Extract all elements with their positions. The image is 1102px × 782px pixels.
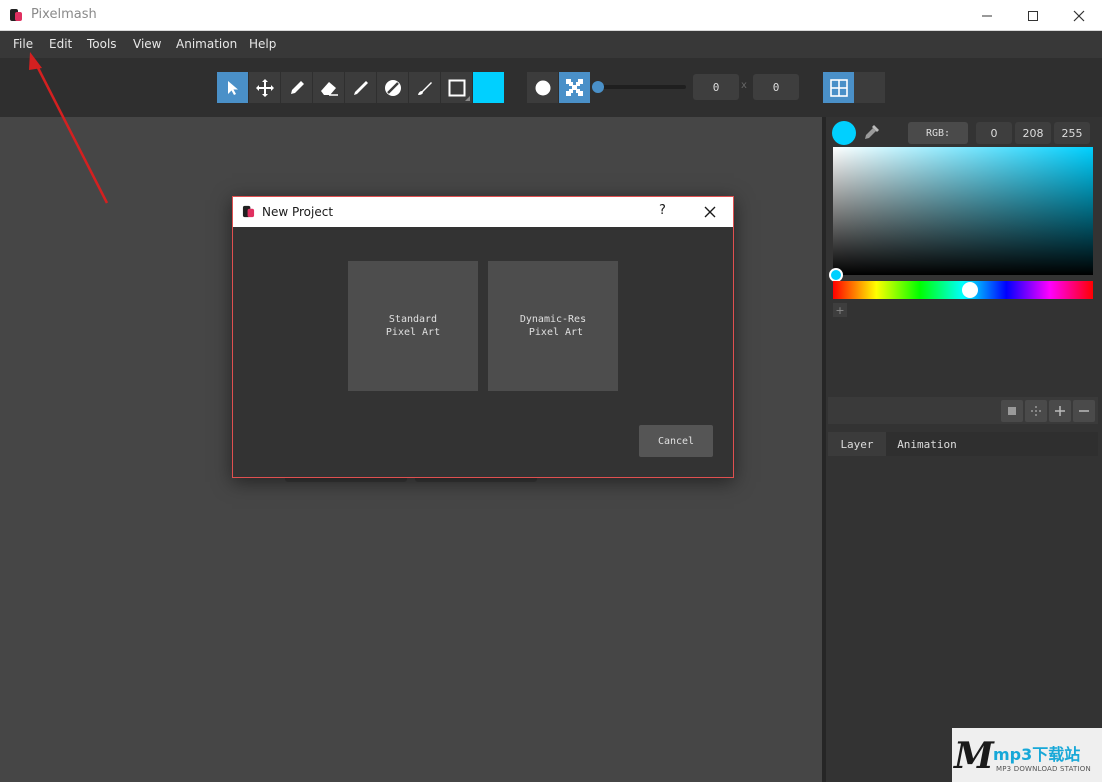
current-color-button[interactable] <box>473 72 504 103</box>
minimize-button[interactable] <box>964 0 1010 31</box>
merge-icon <box>1031 406 1041 416</box>
maximize-button[interactable] <box>1010 0 1056 31</box>
pointer-tool-button[interactable] <box>217 72 248 103</box>
watermark-subtext: MP3 DOWNLOAD STATION <box>996 765 1091 773</box>
offset-y-field[interactable]: 0 <box>753 74 799 100</box>
hue-slider-handle[interactable] <box>962 282 978 298</box>
add-layer-button[interactable] <box>1049 400 1071 422</box>
eraser-tool-button[interactable] <box>313 72 344 103</box>
color-mode-selector[interactable]: RGB: <box>908 122 968 144</box>
move-tool-button[interactable] <box>249 72 280 103</box>
brush-size-slider-track[interactable] <box>598 85 686 89</box>
dialog-titlebar: New Project ? <box>233 197 733 227</box>
copy-icon <box>1008 407 1016 415</box>
window-titlebar: Pixelmash <box>0 0 1102 31</box>
new-project-dialog: New Project ? Standard Pixel Art Dynamic… <box>232 196 734 478</box>
rectangle-tool-button[interactable] <box>441 72 472 103</box>
cancel-button[interactable]: Cancel <box>639 425 713 457</box>
close-icon <box>1073 10 1085 21</box>
grid-icon <box>829 78 848 97</box>
eraser-icon <box>320 81 338 96</box>
maximize-icon <box>1028 10 1038 21</box>
remove-layer-button[interactable] <box>1073 400 1095 422</box>
menu-bar: File Edit Tools View Animation Help <box>0 31 1102 58</box>
dynamic-res-pixel-art-button[interactable]: Dynamic-Res Pixel Art <box>488 261 618 391</box>
offset-x-field[interactable]: 0 <box>693 74 739 100</box>
minimize-icon <box>982 15 992 16</box>
line-tool-button[interactable] <box>345 72 376 103</box>
checker-pattern-icon <box>565 78 583 96</box>
pointer-icon <box>227 80 238 95</box>
dialog-title: New Project <box>262 205 334 219</box>
pixel-pattern-button[interactable] <box>559 72 590 103</box>
offset-separator: x <box>741 80 747 91</box>
brush-icon <box>417 81 432 95</box>
fill-tool-button[interactable] <box>377 72 408 103</box>
active-color-swatch[interactable] <box>832 121 856 145</box>
line-icon <box>353 80 368 95</box>
menu-help[interactable]: Help <box>249 37 276 51</box>
submenu-corner-icon <box>465 96 470 101</box>
green-value-field[interactable]: 208 <box>1015 122 1051 144</box>
annotation-arrow-icon <box>29 52 109 204</box>
watermark-text: mp3下载站 <box>993 745 1081 764</box>
pencil-icon <box>290 80 304 94</box>
plus-icon <box>1055 406 1065 416</box>
circle-shape-icon <box>535 80 550 95</box>
saturation-value-handle[interactable] <box>829 268 843 282</box>
close-icon[interactable] <box>703 205 717 219</box>
saturation-value-picker[interactable] <box>833 147 1093 275</box>
app-logo-icon <box>10 9 22 21</box>
grid-toggle-button[interactable] <box>823 72 854 103</box>
help-button[interactable]: ? <box>659 203 666 218</box>
minus-icon <box>1079 410 1089 412</box>
window-title: Pixelmash <box>31 7 97 22</box>
menu-animation[interactable]: Animation <box>176 37 237 51</box>
watermark-logo: M <box>954 735 994 777</box>
merge-layer-button[interactable] <box>1025 400 1047 422</box>
menu-view[interactable]: View <box>133 37 161 51</box>
rectangle-icon <box>448 79 465 96</box>
view-toggle-button[interactable] <box>854 72 885 103</box>
brush-size-slider-handle[interactable] <box>592 81 604 93</box>
red-value-field[interactable]: 0 <box>976 122 1012 144</box>
move-icon <box>255 78 274 97</box>
add-swatch-button[interactable]: + <box>833 303 847 317</box>
app-logo-icon <box>242 205 255 218</box>
tab-animation[interactable]: Animation <box>890 432 964 456</box>
brush-tool-button[interactable] <box>409 72 440 103</box>
duplicate-layer-button[interactable] <box>1001 400 1023 422</box>
tab-layer[interactable]: Layer <box>828 432 886 456</box>
round-brush-button[interactable] <box>527 72 558 103</box>
pencil-tool-button[interactable] <box>281 72 312 103</box>
fill-icon <box>384 79 401 96</box>
standard-pixel-art-button[interactable]: Standard Pixel Art <box>348 261 478 391</box>
toolbar <box>0 58 1102 117</box>
eyedropper-icon[interactable] <box>862 122 882 142</box>
close-button[interactable] <box>1056 0 1102 31</box>
blue-value-field[interactable]: 255 <box>1054 122 1090 144</box>
